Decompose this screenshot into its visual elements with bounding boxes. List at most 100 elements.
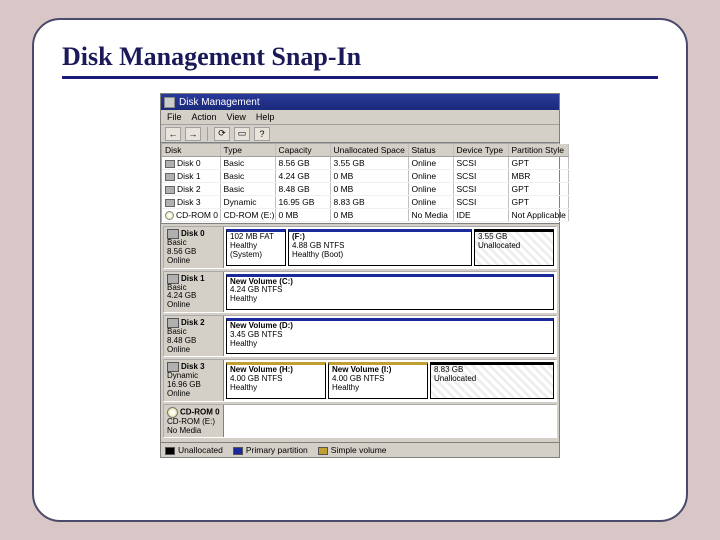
cell-type: Dynamic [220,196,275,209]
cell-status: Online [408,170,453,183]
window-title: Disk Management [179,97,260,108]
disk0-unallocated[interactable]: 3.55 GB Unallocated [474,229,554,265]
vol-status: Healthy [230,340,550,349]
cell-type: CD-ROM (E:) [220,209,275,222]
disk2-volumes: New Volume (D:) 3.45 GB NTFS Healthy [224,316,556,356]
col-pstyle[interactable]: Partition Style [508,144,568,157]
disk-type: Basic [167,238,187,247]
swatch-simple-icon [318,447,328,455]
disk-name: CD-ROM 0 [180,407,220,416]
col-disk[interactable]: Disk [162,144,220,157]
disk0-volumes: 102 MB FAT Healthy (System) (F:) 4.88 GB… [224,227,556,267]
table-header-row: Disk Type Capacity Unallocated Space Sta… [162,144,568,157]
col-capacity[interactable]: Capacity [275,144,330,157]
cell-unalloc: 0 MB [330,170,408,183]
refresh-button[interactable]: ⟳ [214,127,230,141]
disk-type: Dynamic [167,371,198,380]
disk0-header[interactable]: Disk 0 Basic 8.56 GB Online [164,227,224,267]
cell-type: Basic [220,183,275,196]
window-titlebar[interactable]: Disk Management [161,94,559,110]
cell-devtype: IDE [453,209,508,222]
disk3-row: Disk 3 Dynamic 16.96 GB Online New Volum… [163,359,557,401]
table-row[interactable]: Disk 1 Basic 4.24 GB 0 MB Online SCSI MB… [162,170,568,183]
cell-status: No Media [408,209,453,222]
properties-icon: ▭ [238,128,247,139]
help-button[interactable]: ? [254,127,270,141]
legend: Unallocated Primary partition Simple vol… [161,442,559,457]
disk0-vol-system[interactable]: 102 MB FAT Healthy (System) [226,229,286,265]
menu-action[interactable]: Action [192,112,217,122]
disk3-vol-h[interactable]: New Volume (H:) 4.00 GB NTFS Healthy [226,362,326,398]
disk-type: Basic [167,283,187,292]
cell-status: Online [408,196,453,209]
table-row[interactable]: Disk 3 Dynamic 16.95 GB 8.83 GB Online S… [162,196,568,209]
slide-title: Disk Management Snap-In [62,42,658,72]
table-row[interactable]: CD-ROM 0 CD-ROM (E:) 0 MB 0 MB No Media … [162,209,568,222]
disk0-row: Disk 0 Basic 8.56 GB Online 102 MB FAT H… [163,226,557,268]
cell-unalloc: 3.55 GB [330,157,408,170]
legend-primary: Primary partition [233,445,308,455]
disk1-row: Disk 1 Basic 4.24 GB Online New Volume (… [163,271,557,313]
cell-capacity: 16.95 GB [275,196,330,209]
disk1-vol-c[interactable]: New Volume (C:) 4.24 GB NTFS Healthy [226,274,554,310]
disk-status: Online [167,389,190,398]
disk-status: Online [167,300,190,309]
cell-pstyle: Not Applicable [508,209,568,222]
app-icon [164,97,175,108]
disk1-volumes: New Volume (C:) 4.24 GB NTFS Healthy [224,272,556,312]
disk-size: 8.56 GB [167,247,196,256]
legend-primary-label: Primary partition [246,445,308,455]
vol-status: Healthy [230,295,550,304]
disk3-volumes: New Volume (H:) 4.00 GB NTFS Healthy New… [224,360,556,400]
disk2-header[interactable]: Disk 2 Basic 8.48 GB Online [164,316,224,356]
disk-size: 16.96 GB [167,380,201,389]
col-type[interactable]: Type [220,144,275,157]
cell-devtype: SCSI [453,170,508,183]
cell-disk: CD-ROM 0 [176,210,218,220]
cell-pstyle: MBR [508,170,568,183]
disk3-unallocated[interactable]: 8.83 GB Unallocated [430,362,554,398]
arrow-right-icon: → [189,129,198,139]
cell-type: Basic [220,157,275,170]
vol-status: Healthy [332,384,424,393]
col-devtype[interactable]: Device Type [453,144,508,157]
disk1-header[interactable]: Disk 1 Basic 4.24 GB Online [164,272,224,312]
cdrom-header[interactable]: CD-ROM 0 CD-ROM (E:) No Media [164,405,224,438]
vol-status: Unallocated [434,375,550,384]
disk-size: 8.48 GB [167,336,196,345]
cell-disk: Disk 1 [177,171,201,181]
refresh-icon: ⟳ [218,128,226,139]
disk2-vol-d[interactable]: New Volume (D:) 3.45 GB NTFS Healthy [226,318,554,354]
menu-view[interactable]: View [227,112,246,122]
menubar: File Action View Help [161,110,559,125]
cell-capacity: 4.24 GB [275,170,330,183]
disk-list-table[interactable]: Disk Type Capacity Unallocated Space Sta… [161,143,559,223]
toolbar: ← → ⟳ ▭ ? [161,125,559,143]
disk0-vol-f[interactable]: (F:) 4.88 GB NTFS Healthy (Boot) [288,229,472,265]
nav-back-button[interactable]: ← [165,127,181,141]
cell-devtype: SCSI [453,157,508,170]
menu-help[interactable]: Help [256,112,275,122]
cell-status: Online [408,183,453,196]
properties-button[interactable]: ▭ [234,127,250,141]
cell-unalloc: 0 MB [330,209,408,222]
menu-file[interactable]: File [167,112,182,122]
legend-simple: Simple volume [318,445,387,455]
col-status[interactable]: Status [408,144,453,157]
col-unalloc[interactable]: Unallocated Space [330,144,408,157]
slide-frame: Disk Management Snap-In Disk Management … [32,18,688,522]
cdrom-icon [165,211,174,220]
swatch-primary-icon [233,447,243,455]
vol-size: 4.24 GB NTFS [230,286,550,295]
disk3-header[interactable]: Disk 3 Dynamic 16.96 GB Online [164,360,224,400]
table-row[interactable]: Disk 2 Basic 8.48 GB 0 MB Online SCSI GP… [162,183,568,196]
disk-type: CD-ROM (E:) [167,417,215,426]
arrow-left-icon: ← [169,129,178,139]
disk3-vol-i[interactable]: New Volume (I:) 4.00 GB NTFS Healthy [328,362,428,398]
cell-capacity: 8.56 GB [275,157,330,170]
disk-icon [165,186,175,194]
cell-capacity: 8.48 GB [275,183,330,196]
nav-forward-button[interactable]: → [185,127,201,141]
cell-type: Basic [220,170,275,183]
table-row[interactable]: Disk 0 Basic 8.56 GB 3.55 GB Online SCSI… [162,157,568,170]
